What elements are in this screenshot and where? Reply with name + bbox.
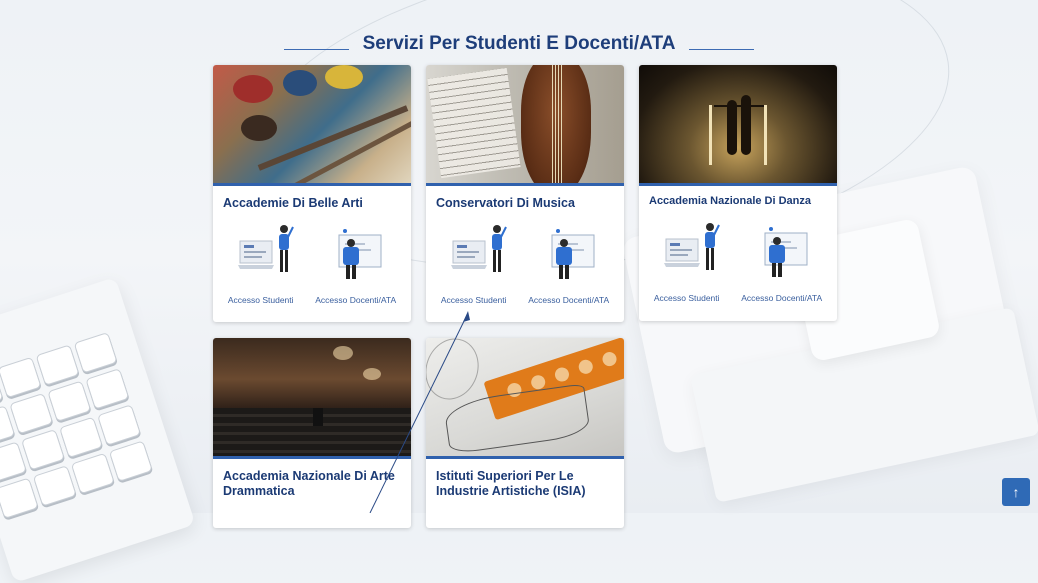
teacher-whiteboard-illustration xyxy=(753,221,813,279)
card-arte-drammatica: Accademia Nazionale Di Arte Drammatica xyxy=(213,338,411,528)
section-heading: Servizi Per Studenti E Docenti/ATA xyxy=(0,33,1038,55)
access-teachers-link[interactable]: Accesso Docenti/ATA xyxy=(528,295,609,305)
card-danza: Accademia Nazionale Di Danza Accesso Stu… xyxy=(639,65,837,321)
access-students-link[interactable]: Accesso Studenti xyxy=(228,295,294,305)
scroll-to-top-button[interactable]: ↑ xyxy=(1002,478,1030,506)
access-students-link[interactable]: Accesso Studenti xyxy=(654,293,720,303)
heading-left-rule xyxy=(283,48,349,50)
teacher-whiteboard-illustration xyxy=(540,223,600,281)
card-isia: Istituti Superiori Per Le Industrie Arti… xyxy=(426,338,624,528)
access-students-link[interactable]: Accesso Studenti xyxy=(441,295,507,305)
card-title: Conservatori Di Musica xyxy=(436,196,575,210)
card-belle-arti: Accademie Di Belle Arti Accesso Studenti… xyxy=(213,65,411,322)
card-title: Accademia Nazionale Di Arte Drammatica xyxy=(223,469,395,498)
card-title: Istituti Superiori Per Le Industrie Arti… xyxy=(436,469,586,498)
arrow-up-icon: ↑ xyxy=(1012,484,1020,500)
card-title: Accademie Di Belle Arti xyxy=(223,196,363,210)
theatre-photo xyxy=(213,338,411,459)
teacher-whiteboard-illustration xyxy=(327,223,387,281)
page-title: Servizi Per Studenti E Docenti/ATA xyxy=(362,33,676,54)
access-teachers-link[interactable]: Accesso Docenti/ATA xyxy=(315,295,396,305)
dancers-photo xyxy=(639,65,837,186)
card-title: Accademia Nazionale Di Danza xyxy=(649,195,812,207)
background-keyboard xyxy=(0,277,196,583)
heading-right-rule xyxy=(689,48,755,50)
card-conservatori: Conservatori Di Musica Accesso Studenti … xyxy=(426,65,624,322)
paint-palette-photo xyxy=(213,65,411,186)
design-sketch-photo xyxy=(426,338,624,459)
student-reading-illustration xyxy=(663,221,724,279)
access-teachers-link[interactable]: Accesso Docenti/ATA xyxy=(741,293,822,303)
violin-photo xyxy=(426,65,624,186)
student-reading-illustration xyxy=(237,223,298,281)
student-reading-illustration xyxy=(450,223,511,281)
